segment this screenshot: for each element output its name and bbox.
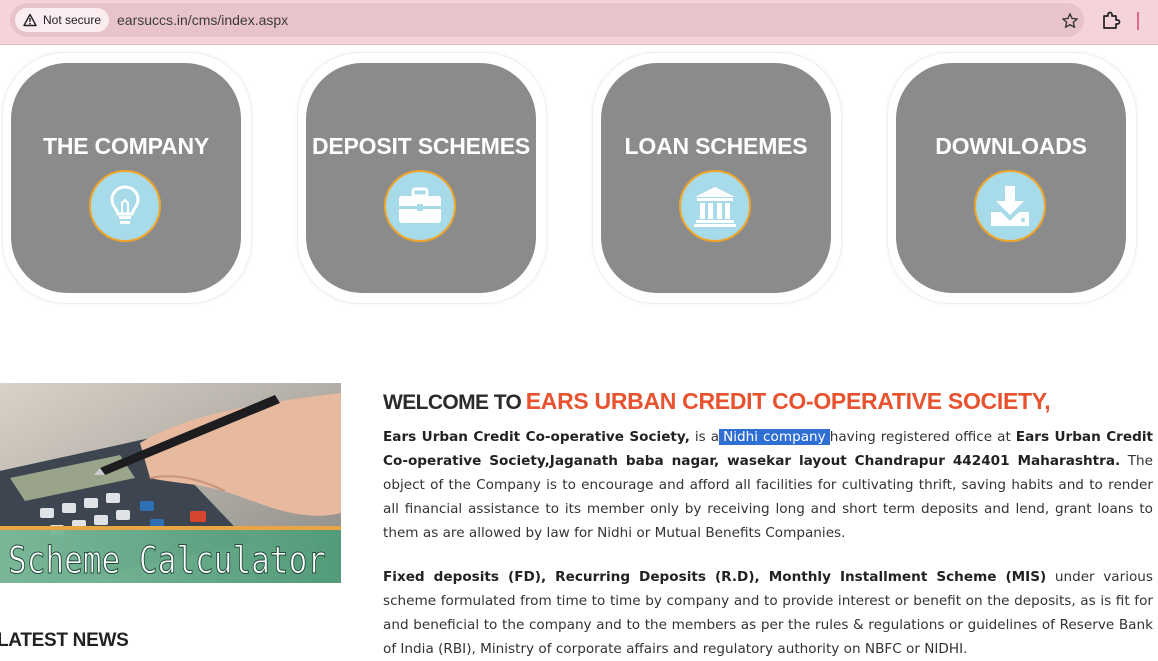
browser-toolbar: Not secure earsuccs.in/cms/index.aspx (0, 0, 1158, 45)
address-bar[interactable]: Not secure earsuccs.in/cms/index.aspx (10, 3, 1084, 37)
schemes-paragraph: Fixed deposits (FD), Recurring Deposits … (383, 565, 1153, 661)
tile-card: DEPOSIT SCHEMES (306, 63, 536, 293)
lightbulb-icon (89, 170, 161, 242)
download-icon (974, 170, 1046, 242)
security-label: Not secure (43, 13, 102, 27)
tile-title: LOAN SCHEMES (624, 133, 808, 159)
warning-icon (23, 13, 37, 27)
latest-news-heading: LATEST NEWS (0, 630, 129, 651)
scheme-calculator-banner[interactable]: Scheme Calculator (0, 383, 341, 583)
text-span: having registered office at (829, 429, 1016, 445)
site-info-button[interactable]: Not secure (15, 8, 110, 32)
briefcase-icon (384, 170, 456, 242)
toolbar-divider (1137, 12, 1139, 30)
welcome-prefix: WELCOME TO (383, 391, 522, 414)
selected-text: Nidhi company (719, 429, 830, 445)
welcome-society-name: EARS URBAN CREDIT CO-OPERATIVE SOCIETY, (525, 388, 1051, 414)
bookmark-star-icon[interactable] (1061, 12, 1079, 30)
intro-paragraph: Ears Urban Credit Co-operative Society, … (383, 425, 1153, 545)
extensions-puzzle-icon[interactable] (1101, 10, 1121, 30)
tile-card: THE COMPANY (11, 63, 241, 293)
url-text[interactable]: earsuccs.in/cms/index.aspx (117, 12, 288, 28)
tile-loan-schemes[interactable]: LOAN SCHEMES (593, 53, 841, 303)
banner-text: Scheme Calculator (8, 539, 326, 582)
tile-title: DEPOSIT SCHEMES (311, 133, 531, 159)
society-name-bold: Ears Urban Credit Co-operative Society, (383, 429, 690, 445)
text-span: is a (689, 429, 720, 445)
bank-icon (679, 170, 751, 242)
tile-title: DOWNLOADS (935, 133, 1087, 159)
tile-the-company[interactable]: THE COMPANY (3, 53, 251, 303)
schemes-bold: Fixed deposits (FD), Recurring Deposits … (383, 569, 1047, 585)
tile-card: DOWNLOADS (896, 63, 1126, 293)
tile-downloads[interactable]: DOWNLOADS (888, 53, 1136, 303)
tile-card: LOAN SCHEMES (601, 63, 831, 293)
welcome-heading: WELCOME TO EARS URBAN CREDIT CO-OPERATIV… (383, 388, 1051, 415)
tile-title: THE COMPANY (42, 133, 210, 159)
tile-deposit-schemes[interactable]: DEPOSIT SCHEMES (298, 53, 546, 303)
